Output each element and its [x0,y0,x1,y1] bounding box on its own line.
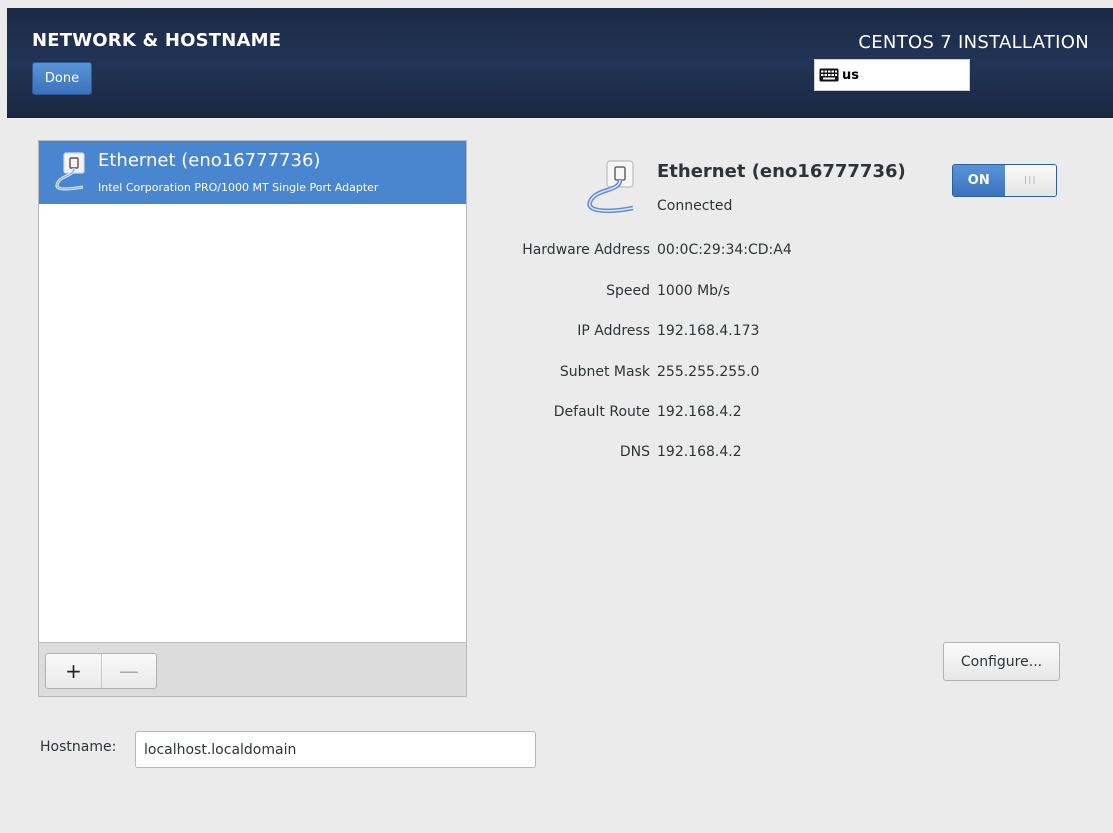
device-on-off-switch[interactable]: ON III [952,164,1057,197]
ethernet-icon [55,152,85,191]
info-value: 192.168.4.2 [657,444,742,460]
info-row-subnet-mask: Subnet Mask 255.255.255.0 [0,362,1113,382]
keyboard-layout-label: us [842,67,859,83]
switch-on-label: ON [953,165,1005,196]
remove-device-button[interactable]: — [101,654,156,688]
device-list-item[interactable]: Ethernet (eno16777736) Intel Corporation… [39,141,466,204]
configure-button[interactable]: Configure... [943,642,1060,681]
device-detail-name: Ethernet (eno16777736) [657,161,906,182]
info-row-speed: Speed 1000 Mb/s [0,281,1113,301]
hostname-input[interactable] [135,731,536,768]
add-device-button[interactable]: + [46,654,101,688]
info-label: Subnet Mask [559,364,650,380]
page-title: NETWORK & HOSTNAME [32,30,282,51]
info-row-default-route: Default Route 192.168.4.2 [0,402,1113,422]
info-row-hardware-address: Hardware Address 00:0C:29:34:CD:A4 [0,240,1113,260]
info-label: Default Route [553,404,650,420]
info-label: Speed [606,283,650,299]
keyboard-icon [819,68,839,82]
switch-knob: III [1004,165,1056,196]
done-button[interactable]: Done [32,62,92,95]
product-title: CENTOS 7 INSTALLATION [858,32,1089,53]
info-value: 255.255.255.0 [657,364,760,380]
hostname-label: Hostname: [40,739,117,755]
info-value: 192.168.4.2 [657,404,742,420]
connection-status: Connected [657,198,733,214]
info-label: Hardware Address [522,242,650,258]
info-row-ip-address: IP Address 192.168.4.173 [0,321,1113,341]
device-name: Ethernet (eno16777736) [98,150,321,171]
ethernet-large-icon [587,160,634,214]
info-value: 00:0C:29:34:CD:A4 [657,242,792,258]
info-label: DNS [619,444,650,460]
info-value: 192.168.4.173 [657,323,760,339]
device-description: Intel Corporation PRO/1000 MT Single Por… [98,181,379,194]
info-label: IP Address [577,323,650,339]
device-list-toolbar: + — [39,642,466,696]
info-value: 1000 Mb/s [657,283,731,299]
add-remove-group: + — [45,653,157,689]
info-row-dns: DNS 192.168.4.2 [0,442,1113,462]
keyboard-layout-indicator[interactable]: us [814,59,970,91]
